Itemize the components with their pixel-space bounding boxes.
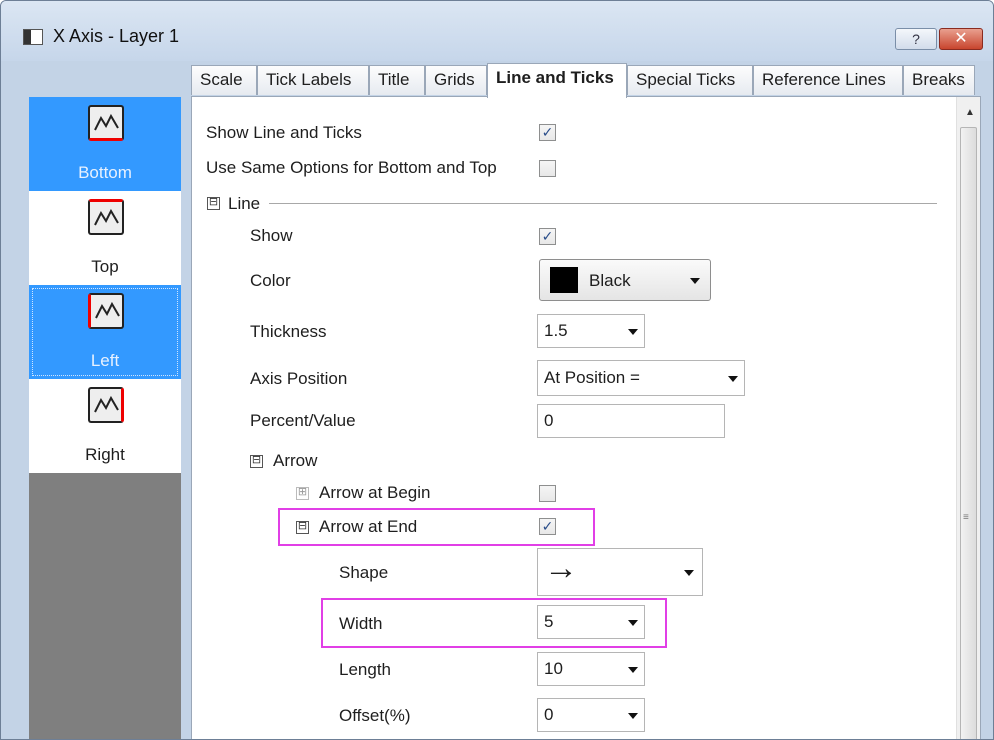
thickness-label: Thickness xyxy=(250,322,327,341)
arrow-section-label: Arrow xyxy=(273,451,318,470)
line-section-label: Line xyxy=(228,194,261,213)
shape-dropdown[interactable]: → xyxy=(537,548,703,596)
color-swatch xyxy=(550,267,578,293)
percent-value-label: Percent/Value xyxy=(250,411,356,430)
width-value: 5 xyxy=(544,612,554,631)
window-icon xyxy=(23,29,43,45)
show-checkbox[interactable]: ✓ xyxy=(539,228,556,245)
tab-breaks[interactable]: Breaks xyxy=(903,65,975,95)
axis-item-top[interactable]: Top xyxy=(29,191,181,285)
chevron-down-icon xyxy=(628,329,638,335)
tab-tick-labels[interactable]: Tick Labels xyxy=(257,65,369,95)
axis-position-dropdown[interactable]: At Position = xyxy=(537,360,745,396)
tab-bar: Scale Tick Labels Title Grids Line and T… xyxy=(191,63,981,98)
length-label: Length xyxy=(339,660,391,679)
vertical-scrollbar[interactable]: ▲ ≡ xyxy=(956,97,980,739)
tab-line-and-ticks[interactable]: Line and Ticks xyxy=(487,63,627,98)
offset-label: Offset(%) xyxy=(339,706,411,725)
section-divider xyxy=(269,203,937,204)
show-line-and-ticks-checkbox[interactable]: ✓ xyxy=(539,124,556,141)
chevron-down-icon xyxy=(628,620,638,626)
chevron-down-icon xyxy=(628,667,638,673)
title-bar: X Axis - Layer 1 ? ✕ xyxy=(1,1,993,61)
help-button[interactable]: ? xyxy=(895,28,937,50)
line-collapse-toggle[interactable]: ⊟ xyxy=(207,197,220,210)
axis-item-right[interactable]: Right xyxy=(29,379,181,473)
arrow-at-end-label: Arrow at End xyxy=(319,517,418,536)
shape-label: Shape xyxy=(339,563,389,582)
offset-value: 0 xyxy=(544,705,554,724)
close-button[interactable]: ✕ xyxy=(939,28,983,50)
left-axis-icon xyxy=(88,293,124,329)
bottom-axis-icon xyxy=(88,105,124,141)
chevron-down-icon xyxy=(684,570,694,576)
scroll-thumb[interactable] xyxy=(960,127,977,739)
width-label: Width xyxy=(339,614,383,633)
axis-item-label: Left xyxy=(90,351,120,370)
arrow-at-end-checkbox[interactable]: ✓ xyxy=(539,518,556,535)
show-line-and-ticks-label: Show Line and Ticks xyxy=(206,123,362,142)
width-dropdown[interactable]: 5 xyxy=(537,605,645,639)
thickness-dropdown[interactable]: 1.5 xyxy=(537,314,645,348)
tab-reference-lines[interactable]: Reference Lines xyxy=(753,65,903,95)
arrow-at-begin-label: Arrow at Begin xyxy=(319,483,431,502)
chevron-down-icon xyxy=(728,376,738,382)
axis-position-value: At Position = xyxy=(544,368,640,387)
percent-value-text: 0 xyxy=(544,411,554,430)
axis-item-left[interactable]: Left xyxy=(29,285,181,379)
axis-item-bottom[interactable]: Bottom xyxy=(29,97,181,191)
arrow-at-begin-expand-toggle[interactable]: ⊞ xyxy=(296,487,309,500)
arrow-collapse-toggle[interactable]: ⊟ xyxy=(250,455,263,468)
axis-item-label: Top xyxy=(91,257,119,276)
chevron-down-icon xyxy=(628,713,638,719)
chevron-down-icon xyxy=(690,278,700,284)
right-axis-icon xyxy=(88,387,124,423)
arrow-at-begin-checkbox[interactable] xyxy=(539,485,556,502)
scroll-up-arrow-icon[interactable]: ▲ xyxy=(965,107,975,118)
tab-title[interactable]: Title xyxy=(369,65,425,95)
thickness-value: 1.5 xyxy=(544,321,568,340)
offset-dropdown[interactable]: 0 xyxy=(537,698,645,732)
use-same-options-checkbox[interactable] xyxy=(539,160,556,177)
axis-selector-panel: Bottom Top Left Right xyxy=(29,97,181,739)
tab-scale[interactable]: Scale xyxy=(191,65,257,95)
top-axis-icon xyxy=(88,199,124,235)
tab-special-ticks[interactable]: Special Ticks xyxy=(627,65,753,95)
tab-grids[interactable]: Grids xyxy=(425,65,487,95)
color-value: Black xyxy=(589,271,631,290)
color-dropdown[interactable]: Black xyxy=(539,259,711,301)
length-dropdown[interactable]: 10 xyxy=(537,652,645,686)
show-label: Show xyxy=(250,226,293,245)
percent-value-input[interactable]: 0 xyxy=(537,404,725,438)
arrow-shape-icon: → xyxy=(544,549,578,587)
axis-position-label: Axis Position xyxy=(250,369,348,388)
arrow-at-end-collapse-toggle[interactable]: ⊟ xyxy=(296,521,309,534)
axis-item-label: Right xyxy=(85,445,125,464)
axis-item-label: Bottom xyxy=(78,163,132,182)
use-same-options-label: Use Same Options for Bottom and Top xyxy=(206,158,497,177)
length-value: 10 xyxy=(544,659,563,678)
window-title: X Axis - Layer 1 xyxy=(53,26,180,46)
color-label: Color xyxy=(250,271,291,290)
dialog-window: X Axis - Layer 1 ? ✕ Bottom Top Left Rig… xyxy=(0,0,994,740)
scroll-grip-icon: ≡ xyxy=(963,512,969,523)
